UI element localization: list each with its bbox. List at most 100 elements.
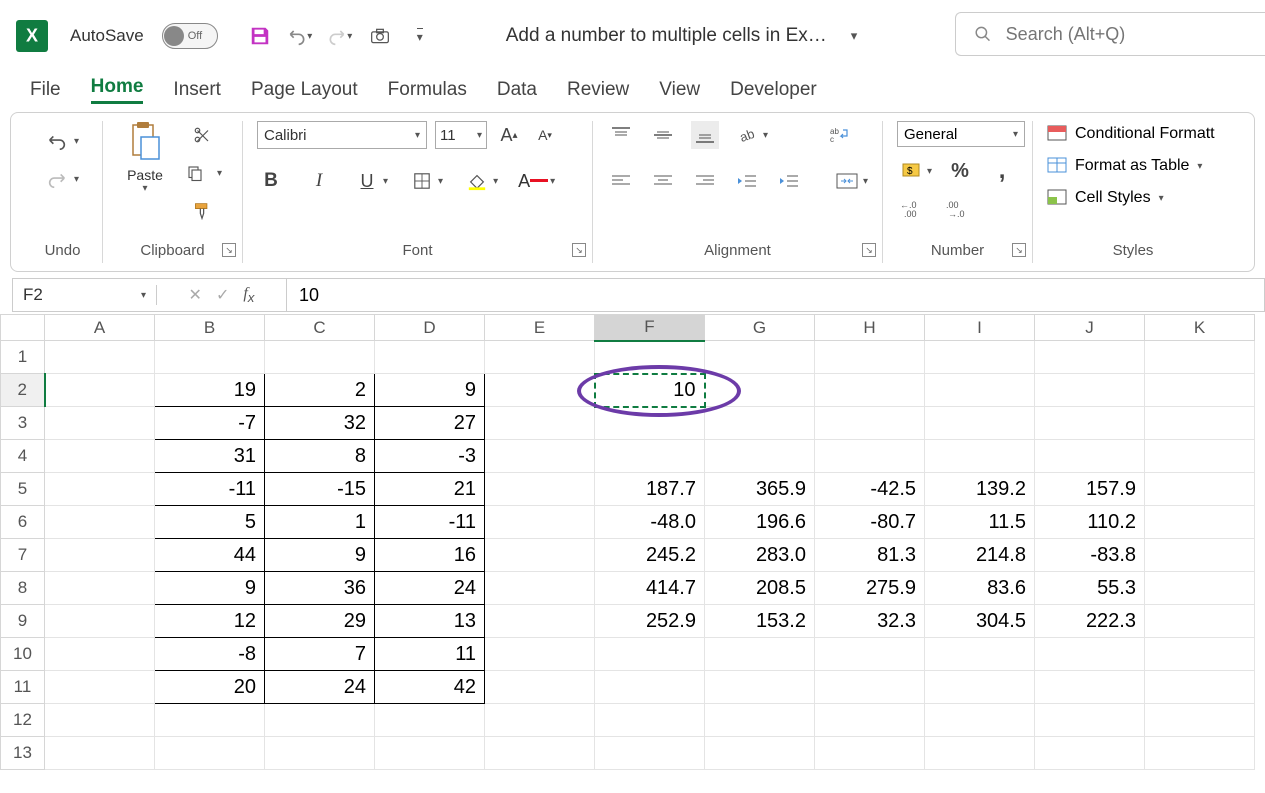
cell-J9[interactable]: 222.3 — [1035, 605, 1145, 638]
cell-J7[interactable]: -83.8 — [1035, 539, 1145, 572]
increase-indent-button[interactable] — [775, 167, 803, 195]
align-left-button[interactable] — [607, 167, 635, 195]
cell-G2[interactable] — [705, 374, 815, 407]
cell-G9[interactable]: 153.2 — [705, 605, 815, 638]
align-bottom-button[interactable] — [691, 121, 719, 149]
cell-B11[interactable]: 20 — [155, 671, 265, 704]
cell-I9[interactable]: 304.5 — [925, 605, 1035, 638]
tab-view[interactable]: View — [659, 79, 700, 101]
cell-B13[interactable] — [155, 737, 265, 770]
cell-D9[interactable]: 13 — [375, 605, 485, 638]
cell-D7[interactable]: 16 — [375, 539, 485, 572]
cell-A6[interactable] — [45, 506, 155, 539]
cell-F5[interactable]: 187.7 — [595, 473, 705, 506]
cell-H1[interactable] — [815, 341, 925, 374]
tab-home[interactable]: Home — [91, 76, 144, 104]
cell-K13[interactable] — [1145, 737, 1255, 770]
cell-C7[interactable]: 9 — [265, 539, 375, 572]
number-launcher[interactable]: ↘ — [1012, 243, 1026, 257]
cell-G3[interactable] — [705, 407, 815, 440]
row-header-10[interactable]: 10 — [1, 638, 45, 671]
enter-formula-button[interactable]: ✓ — [216, 285, 229, 305]
column-header-I[interactable]: I — [925, 315, 1035, 341]
cell-C5[interactable]: -15 — [265, 473, 375, 506]
row-header-12[interactable]: 12 — [1, 704, 45, 737]
row-header-4[interactable]: 4 — [1, 440, 45, 473]
cell-J1[interactable] — [1035, 341, 1145, 374]
cell-I8[interactable]: 83.6 — [925, 572, 1035, 605]
cell-G12[interactable] — [705, 704, 815, 737]
row-header-7[interactable]: 7 — [1, 539, 45, 572]
column-header-E[interactable]: E — [485, 315, 595, 341]
increase-decimal-button[interactable]: ←.0.00 — [897, 195, 925, 223]
tab-page-layout[interactable]: Page Layout — [251, 79, 358, 101]
cell-C10[interactable]: 7 — [265, 638, 375, 671]
decrease-indent-button[interactable] — [733, 167, 761, 195]
row-header-13[interactable]: 13 — [1, 737, 45, 770]
conditional-formatting-button[interactable]: Conditional Formatt — [1047, 125, 1219, 143]
cell-K8[interactable] — [1145, 572, 1255, 605]
cell-C9[interactable]: 29 — [265, 605, 375, 638]
row-header-5[interactable]: 5 — [1, 473, 45, 506]
customize-qat-button[interactable]: ▾ — [406, 22, 434, 50]
cell-F4[interactable] — [595, 440, 705, 473]
cell-D11[interactable]: 42 — [375, 671, 485, 704]
cell-I2[interactable] — [925, 374, 1035, 407]
tab-review[interactable]: Review — [567, 79, 629, 101]
cell-A4[interactable] — [45, 440, 155, 473]
clipboard-launcher[interactable]: ↘ — [222, 243, 236, 257]
cell-B9[interactable]: 12 — [155, 605, 265, 638]
cell-K12[interactable] — [1145, 704, 1255, 737]
align-right-button[interactable] — [691, 167, 719, 195]
cell-G4[interactable] — [705, 440, 815, 473]
copy-button[interactable] — [181, 159, 209, 187]
column-header-A[interactable]: A — [45, 315, 155, 341]
cell-K11[interactable] — [1145, 671, 1255, 704]
search-box[interactable] — [955, 12, 1265, 56]
cell-C3[interactable]: 32 — [265, 407, 375, 440]
cell-J5[interactable]: 157.9 — [1035, 473, 1145, 506]
percent-button[interactable]: % — [946, 157, 974, 185]
cell-F10[interactable] — [595, 638, 705, 671]
cell-A3[interactable] — [45, 407, 155, 440]
cell-J4[interactable] — [1035, 440, 1145, 473]
cell-A2[interactable] — [45, 374, 155, 407]
column-header-D[interactable]: D — [375, 315, 485, 341]
borders-button[interactable] — [408, 167, 436, 195]
cell-K5[interactable] — [1145, 473, 1255, 506]
cell-K1[interactable] — [1145, 341, 1255, 374]
cell-D3[interactable]: 27 — [375, 407, 485, 440]
cell-C12[interactable] — [265, 704, 375, 737]
cell-I7[interactable]: 214.8 — [925, 539, 1035, 572]
row-header-3[interactable]: 3 — [1, 407, 45, 440]
cell-D4[interactable]: -3 — [375, 440, 485, 473]
cell-E12[interactable] — [485, 704, 595, 737]
cell-G8[interactable]: 208.5 — [705, 572, 815, 605]
cell-J2[interactable] — [1035, 374, 1145, 407]
cell-E9[interactable] — [485, 605, 595, 638]
cell-I10[interactable] — [925, 638, 1035, 671]
cell-H7[interactable]: 81.3 — [815, 539, 925, 572]
title-dropdown-button[interactable]: ▾ — [851, 28, 858, 44]
cell-B12[interactable] — [155, 704, 265, 737]
cell-H9[interactable]: 32.3 — [815, 605, 925, 638]
redo-qat-button[interactable]: ▾ — [326, 22, 354, 50]
cell-J6[interactable]: 110.2 — [1035, 506, 1145, 539]
cell-G13[interactable] — [705, 737, 815, 770]
cell-I12[interactable] — [925, 704, 1035, 737]
font-size-select[interactable]: 11▾ — [435, 121, 487, 149]
cell-B10[interactable]: -8 — [155, 638, 265, 671]
cell-C1[interactable] — [265, 341, 375, 374]
cell-F6[interactable]: -48.0 — [595, 506, 705, 539]
cell-F7[interactable]: 245.2 — [595, 539, 705, 572]
cell-K9[interactable] — [1145, 605, 1255, 638]
format-as-table-button[interactable]: Format as Table ▾ — [1047, 157, 1219, 175]
cell-I6[interactable]: 11.5 — [925, 506, 1035, 539]
cell-J8[interactable]: 55.3 — [1035, 572, 1145, 605]
font-name-select[interactable]: Calibri▾ — [257, 121, 427, 149]
cell-H3[interactable] — [815, 407, 925, 440]
tab-developer[interactable]: Developer — [730, 79, 817, 101]
cell-A13[interactable] — [45, 737, 155, 770]
cell-E3[interactable] — [485, 407, 595, 440]
cell-K6[interactable] — [1145, 506, 1255, 539]
